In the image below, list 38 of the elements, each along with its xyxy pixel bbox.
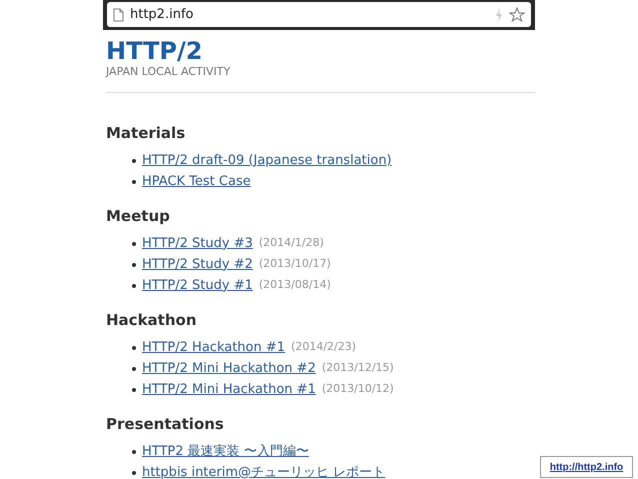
link[interactable]: HTTP/2 draft-09 (Japanese translation) [142, 150, 392, 170]
bullet-icon [132, 284, 136, 288]
link[interactable]: httpbis interim@チューリッヒ レポート [142, 462, 386, 479]
link[interactable]: HTTP/2 Hackathon #1 [142, 338, 286, 358]
star-icon[interactable] [509, 6, 525, 22]
bullet-icon [132, 180, 136, 184]
bullet-icon [132, 366, 136, 370]
date-text: (2013/10/17) [258, 256, 331, 272]
link[interactable]: HTTP/2 Study #2 [142, 254, 253, 274]
site-title: HTTP/2 [106, 38, 202, 64]
link[interactable]: HTTP/2 Study #1 [142, 276, 253, 296]
section-heading: Hackathon [106, 310, 196, 331]
link[interactable]: HTTP/2 Mini Hackathon #1 [142, 380, 316, 400]
bolt-icon [495, 8, 503, 22]
link[interactable]: HTTP/2 Study #3 [142, 234, 253, 254]
page-icon [113, 8, 124, 22]
bullet-icon [132, 388, 136, 392]
bullet-icon [132, 158, 136, 162]
date-text: (2014/1/28) [258, 235, 324, 252]
link[interactable]: HPACK Test Case [142, 172, 251, 192]
site-subtitle: JAPAN LOCAL ACTIVITY [106, 65, 230, 79]
date-text: (2013/10/12) [322, 381, 394, 398]
section-heading: Materials [106, 123, 186, 144]
url-field[interactable]: http2.info [107, 2, 531, 27]
bullet-icon [132, 450, 136, 454]
section-heading: Meetup [106, 206, 170, 227]
url-text: http2.info [130, 6, 194, 24]
date-text: (2013/08/14) [258, 277, 331, 294]
date-text: (2014/2/23) [291, 339, 356, 356]
bullet-icon [132, 470, 136, 474]
link[interactable]: HTTP/2 Mini Hackathon #2 [142, 358, 316, 378]
bullet-icon [132, 346, 136, 350]
footer-link[interactable]: http://http2.info [550, 460, 624, 474]
link[interactable]: HTTP2 最速実装 〜入門編〜 [142, 442, 309, 462]
bullet-icon [132, 262, 136, 266]
date-text: (2013/12/15) [322, 360, 394, 376]
bullet-icon [132, 242, 136, 246]
section-heading: Presentations [106, 414, 224, 435]
